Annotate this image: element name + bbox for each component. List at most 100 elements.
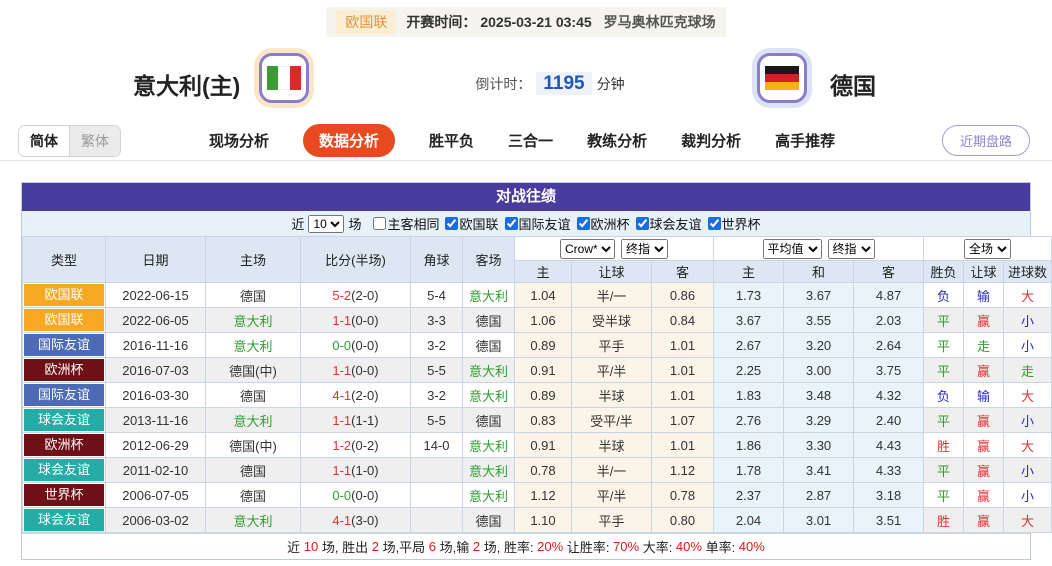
- score-cell: 1-1(1-1): [301, 408, 411, 433]
- nav-tab-3[interactable]: 三合一: [508, 130, 553, 151]
- filter-checkbox-5[interactable]: 世界杯: [708, 214, 761, 233]
- score-cell: 0-0(0-0): [301, 483, 411, 508]
- nav-tab-4[interactable]: 教练分析: [587, 130, 647, 151]
- average-odds-cell: 2.67: [714, 333, 784, 358]
- average-odds-cell: 3.20: [784, 333, 854, 358]
- checkbox-input[interactable]: [708, 217, 721, 230]
- nav-tabs: 现场分析 数据分析 胜平负 三合一 教练分析 裁判分析 高手推荐: [209, 124, 835, 157]
- checkbox-input[interactable]: [577, 217, 590, 230]
- result-scope-header: 全场: [924, 237, 1052, 261]
- h2h-section: 对战往绩 近 10 场 主客相同欧国联国际友谊欧洲杯球会友谊世界杯 类型 日期 …: [21, 182, 1031, 560]
- halftime-score: (0-0): [351, 338, 378, 353]
- filter-checkbox-1[interactable]: 欧国联: [445, 214, 498, 233]
- nav-tab-2[interactable]: 胜平负: [429, 130, 474, 151]
- competition-badge: 欧国联: [24, 309, 104, 331]
- checkbox-input[interactable]: [445, 217, 458, 230]
- result-cell: 平: [924, 458, 964, 483]
- countdown-label: 倒计时：: [475, 76, 531, 92]
- average-odds-cell: 2.04: [714, 508, 784, 533]
- score-cell: 0-0(0-0): [301, 333, 411, 358]
- result-cell: 小: [1004, 333, 1052, 358]
- type-cell: 国际友谊: [23, 383, 106, 408]
- handicap-odds-cell: 半/一: [572, 458, 652, 483]
- average-final-select[interactable]: 终指: [828, 239, 875, 259]
- countdown: 倒计时：1195分钟: [0, 73, 1052, 95]
- lang-simplified-button[interactable]: 简体: [19, 126, 70, 156]
- average-odds-cell: 4.33: [854, 458, 924, 483]
- result-cell: 输: [964, 383, 1004, 408]
- kickoff-time: 2025-03-21 03:45: [480, 14, 591, 30]
- average-select[interactable]: 平均值: [763, 239, 822, 259]
- language-toggle: 简体 繁体: [18, 125, 121, 157]
- handicap-odds-cell: 平手: [572, 333, 652, 358]
- handicap-odds-cell: 平/半: [572, 483, 652, 508]
- average-odds-cell: 1.73: [714, 283, 784, 308]
- average-odds-cell: 2.87: [784, 483, 854, 508]
- recent-odds-button[interactable]: 近期盘路: [942, 125, 1030, 156]
- summary-segment: 20%: [537, 539, 563, 554]
- h2h-row: 国际友谊2016-11-16意大利0-0(0-0)3-2德国0.89平手1.01…: [23, 333, 1052, 358]
- result-cell: 大: [1004, 508, 1052, 533]
- home-team-cell: 德国: [206, 383, 301, 408]
- date-cell: 2022-06-15: [106, 283, 206, 308]
- checkbox-input[interactable]: [636, 217, 649, 230]
- nav-tab-6[interactable]: 高手推荐: [775, 130, 835, 151]
- col-header-hcp-away: 客: [652, 261, 714, 283]
- average-odds-cell: 3.30: [784, 433, 854, 458]
- result-cell: 小: [1004, 483, 1052, 508]
- checkbox-input[interactable]: [373, 217, 386, 230]
- filter-bar: 近 10 场 主客相同欧国联国际友谊欧洲杯球会友谊世界杯: [22, 211, 1030, 236]
- competition-badge: 国际友谊: [24, 334, 104, 356]
- type-cell: 球会友谊: [23, 408, 106, 433]
- result-cell: 赢: [964, 508, 1004, 533]
- average-odds-cell: 4.43: [854, 433, 924, 458]
- filter-suffix: 场: [348, 214, 361, 233]
- h2h-row: 球会友谊2013-11-16意大利1-1(1-1)5-5德国0.83受平/半1.…: [23, 408, 1052, 433]
- h2h-table: 类型 日期 主场 比分(半场) 角球 客场 Crow*终指 平均值终指 全场 主…: [22, 236, 1052, 533]
- filter-checkbox-2[interactable]: 国际友谊: [505, 214, 571, 233]
- filter-checkbox-3[interactable]: 欧洲杯: [577, 214, 630, 233]
- halftime-score: (1-0): [351, 463, 378, 478]
- summary-segment: 场,输: [436, 537, 473, 556]
- handicap-odds-cell: 1.01: [652, 383, 714, 408]
- nav-tab-0[interactable]: 现场分析: [209, 130, 269, 151]
- germany-flag-icon: [765, 66, 799, 90]
- bookmaker-final-select[interactable]: 终指: [621, 239, 668, 259]
- average-odds-cell: 2.64: [854, 333, 924, 358]
- section-title: 对战往绩: [22, 183, 1030, 211]
- away-team-cell: 德国: [463, 408, 515, 433]
- teams-header: 意大利(主) 倒计时：1195分钟 德国: [0, 41, 1052, 121]
- bookmaker-select[interactable]: Crow*: [560, 239, 615, 259]
- result-cell: 输: [964, 283, 1004, 308]
- nav-tab-1[interactable]: 数据分析: [303, 124, 395, 157]
- competition-badge: 球会友谊: [24, 459, 104, 481]
- filter-checkbox-4[interactable]: 球会友谊: [636, 214, 702, 233]
- date-cell: 2013-11-16: [106, 408, 206, 433]
- filter-checkbox-0[interactable]: 主客相同: [373, 214, 439, 233]
- average-odds-cell: 3.67: [784, 283, 854, 308]
- handicap-odds-cell: 平/半: [572, 358, 652, 383]
- score-cell: 1-1(0-0): [301, 308, 411, 333]
- countdown-value: 1195: [536, 72, 591, 95]
- average-odds-cell: 2.76: [714, 408, 784, 433]
- fulltime-score: 0-0: [332, 488, 351, 503]
- halftime-score: (0-0): [351, 363, 378, 378]
- checkbox-input[interactable]: [505, 217, 518, 230]
- fulltime-score: 4-1: [332, 513, 351, 528]
- competition-badge: 欧洲杯: [24, 359, 104, 381]
- nav-tab-5[interactable]: 裁判分析: [681, 130, 741, 151]
- lang-traditional-button[interactable]: 繁体: [70, 126, 120, 156]
- competition-badge: 世界杯: [24, 484, 104, 506]
- col-header-avg-away: 客: [854, 261, 924, 283]
- result-cell: 小: [1004, 408, 1052, 433]
- home-team-cell: 意大利: [206, 508, 301, 533]
- match-count-select[interactable]: 10: [308, 215, 344, 233]
- result-cell: 平: [924, 308, 964, 333]
- scope-select[interactable]: 全场: [964, 239, 1011, 259]
- average-odds-cell: 4.87: [854, 283, 924, 308]
- result-cell: 负: [924, 383, 964, 408]
- col-header-corner: 角球: [411, 237, 463, 283]
- competition-badge: 球会友谊: [24, 409, 104, 431]
- corner-cell: 5-5: [411, 358, 463, 383]
- average-odds-cell: 3.48: [784, 383, 854, 408]
